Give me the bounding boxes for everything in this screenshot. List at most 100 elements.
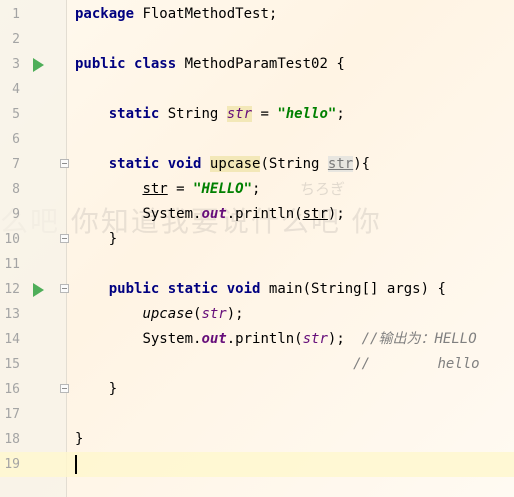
line-code[interactable]: str = "HELLO"; [75, 177, 260, 202]
line-number: 5 [12, 107, 20, 122]
code-text: MethodParamTest02 { [176, 56, 345, 72]
code-text: String [159, 106, 227, 122]
code-text: ){ [353, 156, 371, 172]
code-text: .println( [226, 331, 303, 347]
run-gutter-icon[interactable] [33, 283, 44, 297]
line-number: 15 [4, 357, 20, 372]
code-line[interactable]: 18 } [0, 427, 514, 452]
keyword: class [134, 56, 177, 72]
method-call[interactable]: upcase [142, 306, 193, 322]
keyword: static [108, 106, 160, 122]
line-code[interactable] [75, 452, 77, 477]
line-number: 11 [4, 257, 20, 272]
line-code[interactable]: package FloatMethodTest; [75, 2, 277, 27]
line-number: 7 [12, 157, 20, 172]
code-comment: //输出为：HELLO [361, 331, 477, 347]
code-editor[interactable]: 么吧 你知道我要说什么吧 你 ちろぎ 1 package FloatMethod… [0, 0, 514, 497]
line-number: 14 [4, 332, 20, 347]
line-number: 13 [4, 307, 20, 322]
string-literal: "HELLO" [193, 181, 253, 197]
code-line[interactable]: 7 static void upcase(String str){ [0, 152, 514, 177]
line-number: 8 [12, 182, 20, 197]
code-text: (String [260, 156, 328, 172]
line-code[interactable]: upcase(str); [75, 302, 244, 327]
line-number: 10 [4, 232, 20, 247]
code-line[interactable]: 16 } [0, 377, 514, 402]
code-text: ); [327, 206, 345, 222]
fold-toggle-icon[interactable] [60, 234, 69, 243]
line-number: 19 [4, 457, 20, 472]
code-text: main(String[] args) { [260, 281, 446, 297]
code-text: System. [142, 206, 202, 222]
code-line[interactable]: 6 [0, 127, 514, 152]
line-code[interactable]: public class MethodParamTest02 { [75, 52, 345, 77]
code-text: } [108, 381, 118, 397]
static-field-name[interactable]: str [226, 106, 253, 122]
code-line[interactable]: 17 [0, 402, 514, 427]
line-number: 1 [12, 7, 20, 22]
code-line[interactable]: 12 public static void main(String[] args… [0, 277, 514, 302]
code-text: } [75, 431, 84, 447]
code-line[interactable]: 11 [0, 252, 514, 277]
line-code[interactable]: System.out.println(str); [75, 202, 345, 227]
code-line[interactable]: 9 System.out.println(str); [0, 202, 514, 227]
keyword: public [75, 56, 126, 72]
code-line[interactable]: 15 // hello [0, 352, 514, 377]
code-text: ; [252, 181, 261, 197]
parameter-reference[interactable]: str [303, 206, 328, 222]
code-text: FloatMethodTest; [134, 6, 278, 22]
static-field-name[interactable]: str [201, 306, 226, 322]
line-number: 18 [4, 432, 20, 447]
line-number: 2 [12, 32, 20, 47]
line-code[interactable]: } [75, 377, 117, 402]
parameter-reference[interactable]: str [142, 181, 167, 197]
line-code[interactable]: } [75, 427, 83, 452]
code-comment: // hello [353, 356, 480, 372]
code-text: ; [336, 106, 345, 122]
keyword: package [75, 6, 135, 22]
code-line[interactable]: 4 [0, 77, 514, 102]
line-number: 9 [12, 207, 20, 222]
line-number: 4 [12, 82, 20, 97]
string-literal: "hello" [277, 106, 337, 122]
code-text: } [108, 231, 118, 247]
parameter-name[interactable]: str [327, 156, 354, 172]
keyword: void [226, 281, 261, 297]
code-line[interactable]: 8 str = "HELLO"; [0, 177, 514, 202]
code-line[interactable]: 1 package FloatMethodTest; [0, 2, 514, 27]
line-code[interactable]: static String str = "hello"; [75, 102, 345, 127]
fold-toggle-icon[interactable] [60, 384, 69, 393]
line-code[interactable]: public static void main(String[] args) { [75, 277, 446, 302]
code-text: System. [142, 331, 202, 347]
code-line[interactable]: 2 [0, 27, 514, 52]
line-number: 16 [4, 382, 20, 397]
code-text: = [252, 106, 278, 122]
keyword: void [167, 156, 202, 172]
line-code[interactable]: } [75, 227, 117, 252]
static-field-name[interactable]: out [201, 206, 226, 222]
code-text: ); [327, 331, 345, 347]
static-field-name[interactable]: out [201, 331, 226, 347]
line-number: 6 [12, 132, 20, 147]
line-code[interactable]: static void upcase(String str){ [75, 152, 370, 177]
text-caret [75, 454, 77, 474]
code-text: = [167, 181, 194, 197]
current-code-line[interactable]: 19 [0, 452, 514, 477]
code-line[interactable]: 14 System.out.println(str); //输出为：HELLO [0, 327, 514, 352]
code-text: .println( [226, 206, 303, 222]
code-line[interactable]: 5 static String str = "hello"; [0, 102, 514, 127]
code-line[interactable]: 3 public class MethodParamTest02 { [0, 52, 514, 77]
line-number: 3 [12, 57, 20, 72]
line-code[interactable]: // hello [75, 352, 480, 377]
code-line[interactable]: 10 } [0, 227, 514, 252]
line-code[interactable]: System.out.println(str); //输出为：HELLO [75, 327, 477, 352]
run-gutter-icon[interactable] [33, 58, 44, 72]
code-text: ); [226, 306, 244, 322]
method-name[interactable]: upcase [209, 156, 261, 172]
fold-toggle-icon[interactable] [60, 284, 69, 293]
keyword: static [167, 281, 219, 297]
fold-toggle-icon[interactable] [60, 159, 69, 168]
line-number: 12 [4, 282, 20, 297]
code-line[interactable]: 13 upcase(str); [0, 302, 514, 327]
static-field-name[interactable]: str [303, 331, 328, 347]
